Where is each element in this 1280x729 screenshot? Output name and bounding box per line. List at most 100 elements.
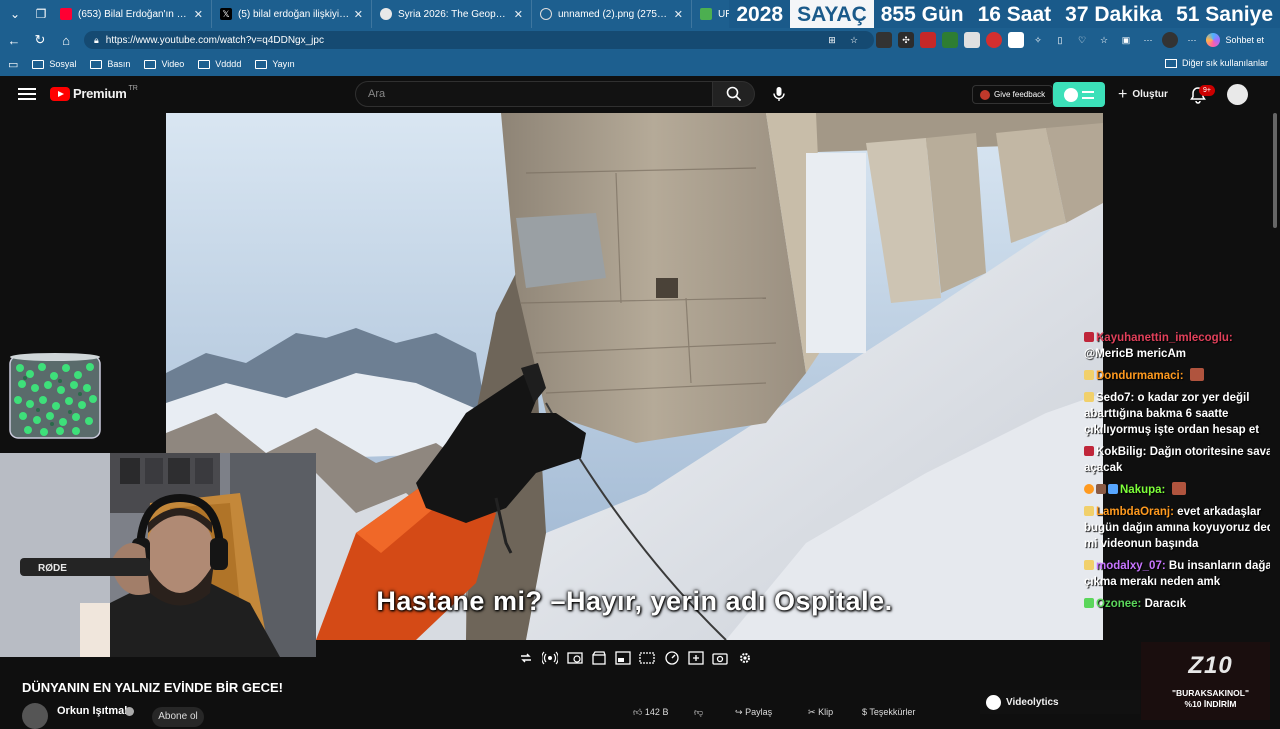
clapperboard-icon[interactable] (591, 650, 607, 666)
watch-later-icon[interactable] (566, 650, 583, 666)
chat-username[interactable]: Dondurmamaci: (1096, 370, 1184, 382)
region-code: TR (128, 85, 138, 92)
share-button[interactable]: ↪ Paylaş (735, 707, 772, 727)
favorite-star-icon[interactable]: ☆ (846, 32, 862, 48)
folder-icon (90, 59, 103, 69)
chat-message: Ozonee: Daracık (1084, 596, 1280, 612)
thanks-button[interactable]: $ Teşekkürler (862, 707, 915, 727)
speed-gauge-icon[interactable] (664, 650, 680, 666)
workspaces-icon[interactable]: ❐ (30, 3, 52, 25)
reading-list-icon: ▭ (8, 58, 19, 71)
extension-icon[interactable] (920, 32, 936, 48)
theater-mode-icon[interactable] (639, 650, 656, 666)
tab-close-icon[interactable]: ✕ (354, 8, 363, 21)
extension-icon[interactable]: ✣ (898, 32, 914, 48)
account-avatar[interactable] (1227, 84, 1248, 105)
search-input[interactable]: Ara (355, 81, 713, 107)
tab-title: (653) Bilal Erdoğan'ın mitingine ka (78, 8, 190, 20)
collections-icon[interactable]: ▣ (1118, 32, 1134, 48)
reload-icon[interactable]: ↻ (28, 28, 52, 52)
tab-close-icon[interactable]: ✕ (674, 8, 683, 21)
more-menu-icon[interactable]: ⋯ (1184, 32, 1200, 48)
channel-name[interactable]: Orkun Işıtmak (57, 705, 130, 717)
apps-icon[interactable]: ⊞ (824, 32, 840, 48)
reading-list-icon[interactable]: ▭ (8, 58, 18, 71)
chat-username[interactable]: KokBilig: (1096, 446, 1146, 458)
chat-username[interactable]: Ozonee: (1096, 598, 1141, 610)
like-button[interactable]: 👍︎ 142 B (633, 707, 668, 727)
chat-username[interactable]: Kayuhanettin_imlecoglu: (1096, 332, 1233, 344)
extension-icon[interactable] (1008, 32, 1024, 48)
back-arrow-icon[interactable]: ← (2, 28, 26, 52)
chat-username[interactable]: Nakupa: (1120, 484, 1165, 496)
profile-avatar-icon[interactable] (1162, 32, 1178, 48)
videolytics-button[interactable]: Videolytics (980, 690, 1140, 714)
chat-text: Daracık (1144, 598, 1187, 610)
chat-username[interactable]: modalxy_07: (1096, 560, 1166, 572)
settings-gear-icon[interactable] (737, 650, 753, 666)
create-button[interactable]: + Oluştur (1118, 85, 1168, 104)
browser-tab-2[interactable]: 𝕏 (5) bilal erdoğan ilişkiyi kestik - Ar… (212, 0, 372, 28)
channel-avatar[interactable] (22, 703, 48, 729)
chat-badge-icon (1084, 332, 1094, 342)
screenshot-camera-icon[interactable] (712, 650, 729, 666)
bookmark-folder[interactable]: Video (144, 59, 184, 69)
bookmark-folder[interactable]: Vdddd (198, 59, 241, 69)
search-button[interactable] (713, 81, 755, 107)
chat-badge-icon (1084, 392, 1094, 402)
bookmark-folder[interactable]: Basın (90, 59, 130, 69)
extension-icon[interactable] (942, 32, 958, 48)
share-icon: ↪ (735, 707, 743, 717)
subscribe-button[interactable]: Abone ol (152, 707, 204, 727)
bookmark-folder[interactable]: Sosyal (32, 59, 76, 69)
copilot-chat-button[interactable]: Sohbet et (1202, 31, 1272, 49)
sponsor-code: "BURAKSAKINOL" (1171, 688, 1249, 698)
scrollbar-thumb[interactable] (1273, 113, 1277, 228)
youtube-logo[interactable]: Premium TR (50, 85, 138, 101)
chat-badge-icon (1084, 370, 1094, 380)
dislike-button[interactable]: 👎︎ (694, 707, 703, 727)
loop-icon[interactable] (518, 650, 534, 666)
extension-icon[interactable] (964, 32, 980, 48)
bookmark-folder[interactable]: Yayın (255, 59, 295, 69)
sponsor-brand: Z10 (1188, 652, 1233, 679)
hamburger-menu-icon[interactable] (18, 85, 36, 103)
picture-in-picture-icon[interactable] (615, 650, 631, 666)
x-favicon-icon: 𝕏 (220, 8, 232, 20)
home-icon[interactable]: ⌂ (54, 28, 78, 52)
browser-tab-3[interactable]: Syria 2026: The Geopolitical Map o ✕ (372, 0, 532, 28)
more-options-icon[interactable]: ⋯ (1140, 32, 1156, 48)
extension-icon[interactable] (986, 32, 1002, 48)
page-scrollbar[interactable] (1270, 113, 1280, 720)
browser-essentials-icon[interactable]: ♡ (1074, 32, 1090, 48)
tab-actions-chevron-icon[interactable]: ⌄ (4, 3, 26, 25)
tab-close-icon[interactable]: ✕ (194, 8, 203, 21)
player-extra-controls (518, 648, 761, 668)
folder-icon (1164, 58, 1177, 68)
chat-badge-icon (1084, 484, 1094, 494)
puzzle-icon[interactable]: ✧ (1030, 32, 1046, 48)
other-bookmarks-folder[interactable]: Diğer sık kullanılanlar (1164, 58, 1268, 68)
tab-close-icon[interactable]: ✕ (514, 8, 523, 21)
menu-lines-icon (1082, 90, 1094, 99)
split-screen-icon[interactable]: ▯ (1052, 32, 1068, 48)
favorites-icon[interactable]: ☆ (1096, 32, 1112, 48)
microphone-icon[interactable] (768, 83, 790, 105)
clip-button[interactable]: ✂ Klip (808, 707, 833, 727)
browser-tab-1[interactable]: (653) Bilal Erdoğan'ın mitingine ka ✕ (52, 0, 212, 28)
chat-username[interactable]: LambdaOranj: (1096, 506, 1174, 518)
add-to-queue-icon[interactable] (688, 650, 704, 666)
bookmark-label: Yayın (272, 59, 295, 69)
url-input[interactable]: 🔒︎ https://www.youtube.com/watch?v=q4DDN… (84, 31, 874, 49)
chat-emote-icon (1189, 368, 1204, 381)
browser-tab-4[interactable]: unnamed (2).png (2752×1536) ✕ (532, 0, 692, 28)
broadcast-icon[interactable] (542, 650, 559, 666)
chat-username[interactable]: Sedo7: (1096, 392, 1134, 404)
thumbs-down-icon: 👎︎ (694, 707, 704, 717)
feedback-label: Give feedback (994, 90, 1046, 99)
site-favicon-icon (380, 8, 392, 20)
extension-icon[interactable] (876, 32, 892, 48)
give-feedback-button[interactable]: Give feedback (972, 85, 1054, 104)
chat-message: Nakupa: (1084, 482, 1280, 498)
toggle-extension-button[interactable] (1053, 82, 1105, 107)
